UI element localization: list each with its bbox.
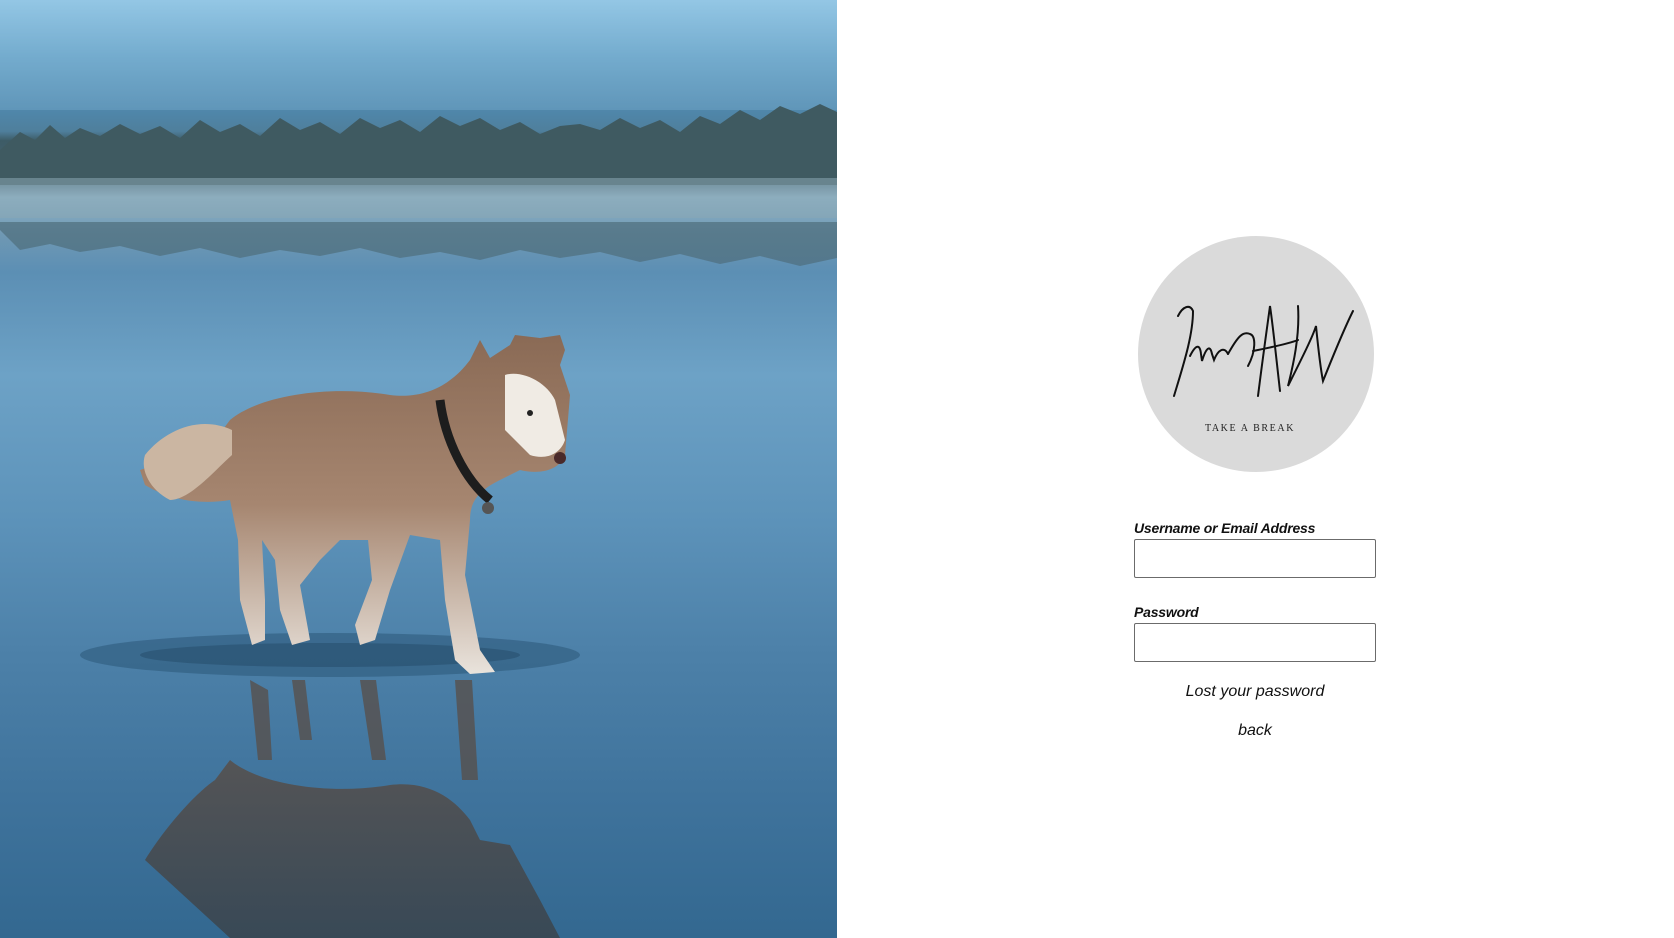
username-label: Username or Email Address (1134, 520, 1316, 536)
logo-tagline: TAKE A BREAK (1204, 423, 1296, 434)
field-spacer (1134, 578, 1378, 603)
signature-logo-icon (1173, 305, 1354, 397)
login-form: Username or Email Address Password Lost … (1134, 519, 1378, 741)
login-panel: TAKE A BREAK Username or Email Address P… (837, 0, 1674, 938)
username-input[interactable] (1134, 539, 1376, 578)
login-page: TAKE A BREAK Username or Email Address P… (0, 0, 1674, 938)
password-input[interactable] (1134, 623, 1376, 662)
hero-photo (0, 0, 837, 938)
back-link[interactable]: back (1134, 721, 1376, 741)
lost-password-link[interactable]: Lost your password (1134, 682, 1376, 702)
password-label: Password (1134, 604, 1199, 620)
husky-lake-illustration (0, 0, 837, 938)
site-logo[interactable]: TAKE A BREAK (1138, 236, 1374, 472)
